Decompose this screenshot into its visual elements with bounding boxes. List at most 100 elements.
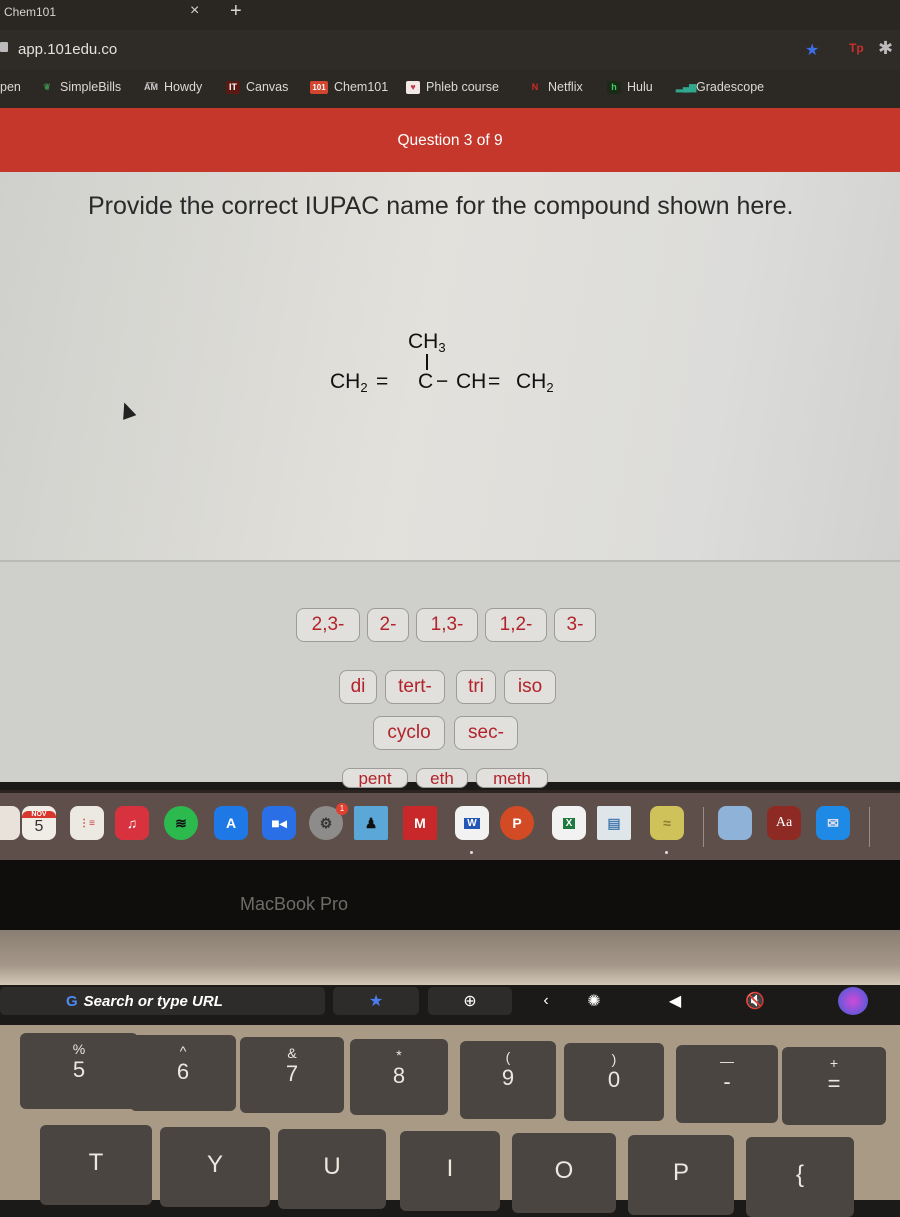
powerpoint-icon[interactable]: P: [500, 806, 534, 840]
double-bond-1: =: [376, 370, 389, 393]
key-o[interactable]: O: [512, 1133, 616, 1213]
calendar-month: NOV: [22, 810, 56, 818]
touchbar-new-tab-icon[interactable]: ⊕: [428, 987, 512, 1015]
key-y[interactable]: Y: [160, 1127, 270, 1207]
choice-tert[interactable]: tert-: [385, 670, 445, 704]
mail-icon[interactable]: ✉: [816, 806, 850, 840]
question-counter: Question 3 of 9: [397, 132, 503, 149]
bookmark-hulu[interactable]: h Hulu: [607, 80, 653, 94]
new-tab-button[interactable]: +: [230, 0, 242, 23]
dictionary-icon[interactable]: Aa: [767, 806, 801, 840]
methyl-label: CH: [408, 330, 439, 353]
key-shift-label: &: [287, 1045, 297, 1061]
touchbar-search-label: Search or type URL: [83, 992, 223, 1010]
mouse-cursor-icon: [117, 400, 137, 420]
methyl-bond: [426, 354, 428, 370]
key-6[interactable]: ^ 6: [130, 1035, 236, 1111]
choice-3[interactable]: 3-: [554, 608, 596, 642]
key-main-label: =: [827, 1071, 841, 1096]
bookmark-simplebills[interactable]: ❦ SimpleBills: [40, 80, 121, 94]
bookmark-open[interactable]: pen: [0, 80, 21, 94]
choice-2-3[interactable]: 2,3-: [296, 608, 360, 642]
bookmark-label: Howdy: [164, 80, 203, 94]
choice-meth[interactable]: meth: [476, 768, 548, 788]
choice-tri[interactable]: tri: [456, 670, 496, 704]
app-store-icon[interactable]: A: [214, 806, 248, 840]
siri-icon[interactable]: [838, 987, 868, 1015]
choice-2[interactable]: 2-: [367, 608, 409, 642]
brightness-icon[interactable]: ✺: [560, 987, 628, 1015]
touchbar-search-url[interactable]: G Search or type URL: [0, 987, 325, 1015]
choice-1-3[interactable]: 1,3-: [416, 608, 478, 642]
key-left-brace[interactable]: {: [746, 1137, 854, 1217]
extension-tp-icon[interactable]: Tp: [849, 41, 864, 55]
choice-di[interactable]: di: [339, 670, 377, 704]
key-main-label: P: [672, 1159, 689, 1186]
touchbar-expand-icon[interactable]: ‹: [536, 987, 556, 1015]
bookmark-howdy[interactable]: A͞M Howdy: [144, 80, 202, 94]
bookmark-label: Netflix: [548, 80, 583, 94]
101-icon: 101: [310, 80, 328, 94]
key-main-label: Y: [206, 1151, 223, 1178]
spotify-icon[interactable]: ≋: [164, 806, 198, 840]
key-i[interactable]: I: [400, 1131, 500, 1211]
bookmark-star-icon[interactable]: ★: [805, 40, 819, 60]
photos-icon[interactable]: [0, 806, 20, 840]
key-p[interactable]: P: [628, 1135, 734, 1215]
preview-icon[interactable]: [718, 806, 752, 840]
bookmark-label: Canvas: [246, 80, 289, 94]
printer-icon[interactable]: ▤: [597, 806, 631, 840]
key-minus[interactable]: — -: [676, 1045, 778, 1123]
bookmark-phleb-course[interactable]: ♥ Phleb course: [406, 80, 499, 94]
key-5[interactable]: % 5: [20, 1033, 138, 1109]
music-icon[interactable]: ♫: [115, 806, 149, 840]
url-input[interactable]: app.101edu.co: [18, 41, 117, 58]
key-equals[interactable]: + =: [782, 1047, 886, 1125]
reminders-icon[interactable]: ⋮≡: [70, 806, 104, 840]
zoom-video-icon[interactable]: ■◂: [262, 806, 296, 840]
choice-iso[interactable]: iso: [504, 670, 556, 704]
question-body: Provide the correct IUPAC name for the c…: [0, 172, 900, 788]
left-ch2-group: CH2: [330, 370, 368, 395]
key-shift-label: +: [829, 1055, 839, 1071]
kindle-icon[interactable]: ♟: [354, 806, 388, 840]
excel-icon[interactable]: X: [552, 806, 586, 840]
choice-1-2[interactable]: 1,2-: [485, 608, 547, 642]
key-main-label: 0: [607, 1067, 621, 1092]
tab-title[interactable]: Chem101: [4, 5, 56, 19]
key-main-label: 8: [392, 1063, 406, 1088]
mcgraw-hill-icon[interactable]: M: [403, 806, 437, 840]
key-u[interactable]: U: [278, 1129, 386, 1209]
bookmark-chem101[interactable]: 101 Chem101: [310, 80, 388, 94]
bookmark-netflix[interactable]: N Netflix: [528, 80, 583, 94]
hulu-icon: h: [607, 80, 621, 94]
bookmark-gradescope[interactable]: ▂▄▆ Gradescope: [676, 80, 764, 94]
stickies-icon[interactable]: ≈: [650, 806, 684, 840]
bookmark-canvas[interactable]: IT Canvas: [226, 80, 288, 94]
answer-choices: 2,3- 2- 1,3- 1,2- 3- di tert- tri iso cy…: [0, 562, 900, 788]
laptop-hinge: [0, 930, 900, 988]
extensions-puzzle-icon[interactable]: ✱: [878, 38, 893, 59]
key-0[interactable]: ) 0: [564, 1043, 664, 1121]
choice-eth[interactable]: eth: [416, 768, 468, 788]
word-icon[interactable]: W: [455, 806, 489, 840]
tab-close-button[interactable]: ×: [190, 2, 199, 20]
choice-cyclo[interactable]: cyclo: [373, 716, 445, 750]
choice-sec[interactable]: sec-: [454, 716, 518, 750]
mute-icon[interactable]: 🔇: [720, 987, 790, 1015]
macbook-pro-label: MacBook Pro: [240, 894, 349, 914]
gradescope-icon: ▂▄▆: [676, 81, 697, 92]
key-9[interactable]: (9: [460, 1041, 556, 1119]
key-t[interactable]: T: [40, 1125, 152, 1205]
key-8[interactable]: * 8: [350, 1039, 448, 1115]
bookmark-label: Gradescope: [696, 80, 765, 94]
key-main-label: U: [323, 1153, 341, 1180]
choice-pent[interactable]: pent: [342, 768, 408, 788]
volume-icon[interactable]: ◀: [640, 987, 710, 1015]
key-7[interactable]: & 7: [240, 1037, 344, 1113]
bookmark-label: Hulu: [627, 80, 653, 94]
touchbar-bookmark-star-icon[interactable]: ★: [333, 987, 419, 1015]
calendar-icon[interactable]: NOV 5: [22, 806, 56, 840]
key-main-label: T: [88, 1149, 104, 1176]
key-main-label: {: [795, 1161, 804, 1188]
